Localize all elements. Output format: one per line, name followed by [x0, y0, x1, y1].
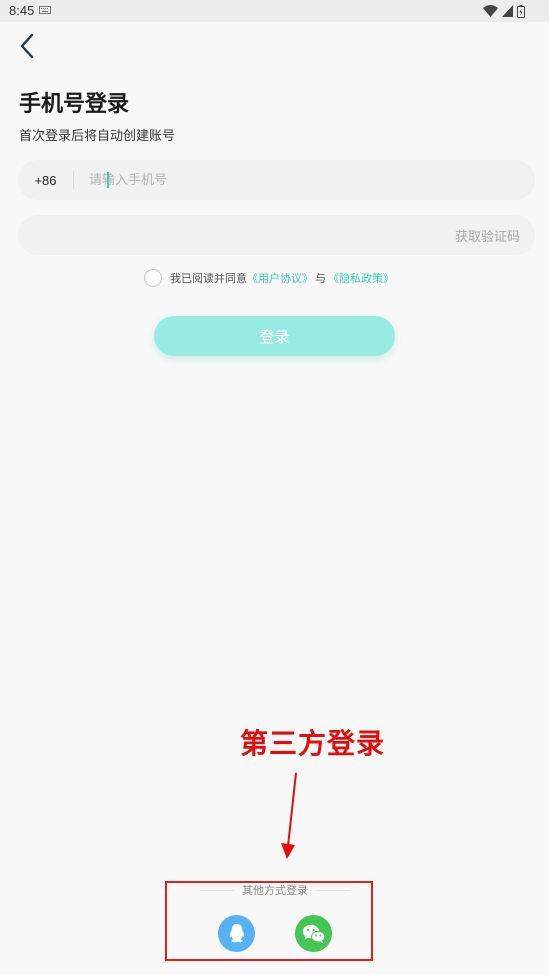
battery-icon [517, 4, 525, 18]
agreement-conjunction: 与 [315, 272, 326, 285]
user-agreement-link[interactable]: 《用户协议》 [247, 270, 313, 286]
verification-code-input[interactable] [38, 215, 438, 255]
back-button[interactable] [12, 30, 42, 62]
page-subtitle: 首次登录后将自动创建账号 [19, 129, 176, 144]
phone-input[interactable] [89, 160, 535, 200]
divider-line-left [200, 889, 234, 891]
wechat-login-button[interactable] [295, 915, 332, 952]
status-icons [483, 4, 525, 18]
wifi-icon [483, 5, 498, 17]
text-caret [107, 172, 109, 188]
divider-line-right [316, 889, 350, 891]
privacy-policy-link[interactable]: 《隐私政策》 [328, 270, 394, 286]
status-bar: 8:45 [0, 0, 549, 22]
country-code[interactable]: +86 [18, 173, 73, 188]
agreement-checkbox[interactable] [144, 269, 162, 287]
other-login-divider: 其他方式登录 [200, 882, 350, 898]
other-login-label: 其他方式登录 [242, 884, 308, 897]
signal-icon [502, 5, 513, 17]
status-time: 8:45 [9, 3, 35, 18]
agreement-row: 我已阅读并同意 《用户协议》 与 《隐私政策》 [144, 268, 394, 288]
phone-field: +86 [18, 160, 535, 200]
annotation-label: 第三方登录 [240, 727, 386, 760]
phone-divider [73, 171, 74, 189]
page-title: 手机号登录 [19, 92, 130, 117]
get-code-button[interactable]: 获取验证码 [455, 226, 520, 245]
verification-code-field: 获取验证码 [18, 215, 535, 255]
wechat-icon [302, 924, 325, 943]
qq-icon [229, 923, 244, 942]
qq-login-button[interactable] [218, 915, 255, 952]
agreement-prefix: 我已阅读并同意 [170, 272, 247, 285]
keyboard-icon [39, 6, 51, 14]
chevron-left-icon [20, 34, 34, 58]
annotation-arrow [281, 772, 297, 859]
login-button[interactable]: 登录 [154, 316, 395, 356]
